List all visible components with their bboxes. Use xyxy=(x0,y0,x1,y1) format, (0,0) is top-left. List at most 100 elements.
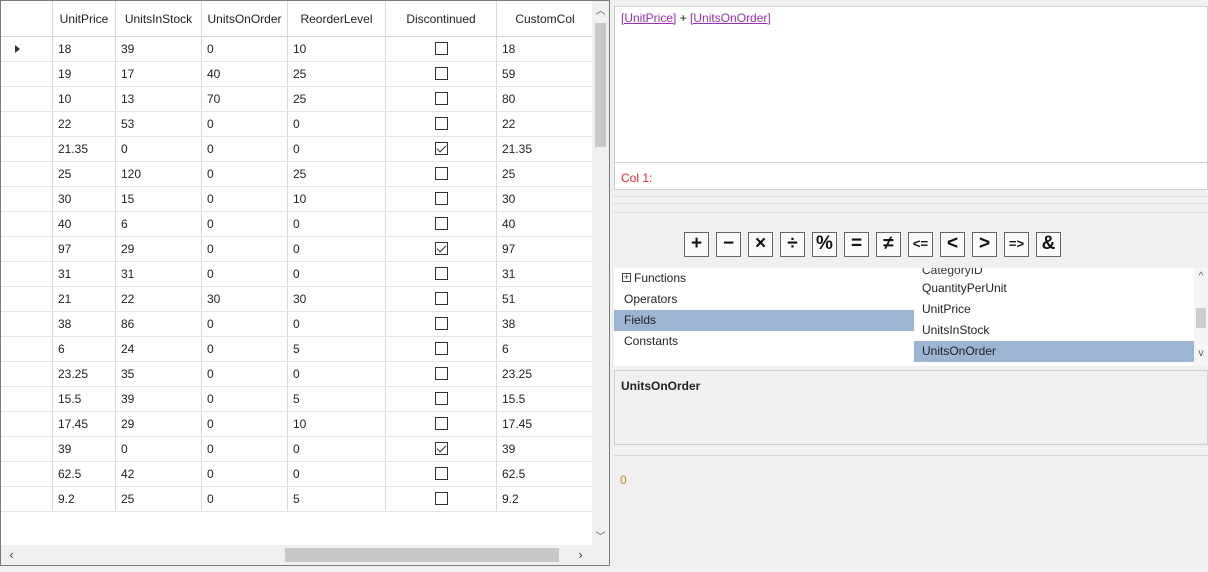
cell-customcol[interactable]: 97 xyxy=(497,237,593,261)
table-row[interactable]: 62.5 42 0 0 62.5 xyxy=(1,462,593,487)
table-row[interactable]: 21.35 0 0 0 21.35 xyxy=(1,137,593,162)
cell-customcol[interactable]: 22 xyxy=(497,112,593,136)
cell-unitsinstock[interactable]: 35 xyxy=(116,362,202,386)
cell-unitsinstock[interactable]: 6 xyxy=(116,212,202,236)
cell-customcol[interactable]: 62.5 xyxy=(497,462,593,486)
cell-customcol[interactable]: 30 xyxy=(497,187,593,211)
cell-unitprice[interactable]: 39 xyxy=(53,437,116,461)
field-item[interactable]: CategoryID xyxy=(914,268,1194,278)
column-header-reorderlevel[interactable]: ReorderLevel xyxy=(288,1,386,37)
table-row[interactable]: 39 0 0 0 39 xyxy=(1,437,593,462)
chevron-down-icon[interactable]: ﹀ xyxy=(592,529,609,546)
row-selector[interactable] xyxy=(1,462,53,486)
cell-unitsonorder[interactable]: 70 xyxy=(202,87,288,111)
discontinued-checkbox[interactable] xyxy=(434,267,448,281)
cell-unitprice[interactable]: 6 xyxy=(53,337,116,361)
cell-unitsonorder[interactable]: 0 xyxy=(202,137,288,161)
row-selector[interactable] xyxy=(1,137,53,161)
column-header-discontinued[interactable]: Discontinued xyxy=(386,1,497,37)
cell-unitsinstock[interactable]: 29 xyxy=(116,237,202,261)
cell-reorderlevel[interactable]: 0 xyxy=(288,137,386,161)
discontinued-checkbox[interactable] xyxy=(434,42,448,56)
discontinued-checkbox[interactable] xyxy=(434,442,448,456)
row-selector[interactable] xyxy=(1,362,53,386)
cell-customcol[interactable]: 15.5 xyxy=(497,387,593,411)
cell-unitprice[interactable]: 30 xyxy=(53,187,116,211)
scrollbar-thumb[interactable] xyxy=(595,23,606,147)
field-item[interactable]: UnitsInStock xyxy=(914,320,1194,341)
cell-unitsinstock[interactable]: 31 xyxy=(116,262,202,286)
cell-reorderlevel[interactable]: 0 xyxy=(288,462,386,486)
row-selector[interactable] xyxy=(1,287,53,311)
discontinued-checkbox[interactable] xyxy=(434,317,448,331)
row-selector[interactable] xyxy=(1,312,53,336)
cell-unitsinstock[interactable]: 39 xyxy=(116,37,202,61)
cell-reorderlevel[interactable]: 10 xyxy=(288,412,386,436)
discontinued-checkbox[interactable] xyxy=(434,367,448,381)
column-header-customcol[interactable]: CustomCol xyxy=(497,1,593,37)
cell-unitsonorder[interactable]: 40 xyxy=(202,62,288,86)
discontinued-checkbox[interactable] xyxy=(434,67,448,81)
cell-customcol[interactable]: 21.35 xyxy=(497,137,593,161)
operator-button[interactable]: => xyxy=(1004,232,1029,257)
row-selector[interactable] xyxy=(1,437,53,461)
discontinued-checkbox[interactable] xyxy=(434,167,448,181)
column-header-unitsinstock[interactable]: UnitsInStock xyxy=(116,1,202,37)
cell-customcol[interactable]: 40 xyxy=(497,212,593,236)
horizontal-scrollbar[interactable]: ‹ › xyxy=(1,545,593,565)
cell-unitsinstock[interactable]: 42 xyxy=(116,462,202,486)
operator-button[interactable]: × xyxy=(748,232,773,257)
table-row[interactable]: 97 29 0 0 97 xyxy=(1,237,593,262)
cell-unitsinstock[interactable]: 120 xyxy=(116,162,202,186)
cell-unitprice[interactable]: 22 xyxy=(53,112,116,136)
scrollbar-thumb[interactable] xyxy=(285,548,559,562)
cell-reorderlevel[interactable]: 0 xyxy=(288,437,386,461)
cell-unitsonorder[interactable]: 0 xyxy=(202,437,288,461)
expression-editor[interactable]: [UnitPrice] + [UnitsOnOrder] xyxy=(614,6,1208,163)
discontinued-checkbox[interactable] xyxy=(434,467,448,481)
cell-unitprice[interactable]: 62.5 xyxy=(53,462,116,486)
table-row[interactable]: 6 24 0 5 6 xyxy=(1,337,593,362)
cell-customcol[interactable]: 51 xyxy=(497,287,593,311)
cell-unitsonorder[interactable]: 0 xyxy=(202,487,288,511)
cell-reorderlevel[interactable]: 0 xyxy=(288,362,386,386)
cell-unitsinstock[interactable]: 13 xyxy=(116,87,202,111)
operator-button[interactable]: < xyxy=(940,232,965,257)
cell-unitsinstock[interactable]: 22 xyxy=(116,287,202,311)
table-row[interactable]: 22 53 0 0 22 xyxy=(1,112,593,137)
cell-unitprice[interactable]: 40 xyxy=(53,212,116,236)
cell-customcol[interactable]: 31 xyxy=(497,262,593,286)
chevron-right-icon[interactable]: › xyxy=(572,545,589,565)
discontinued-checkbox[interactable] xyxy=(434,217,448,231)
table-row[interactable]: 19 17 40 25 59 xyxy=(1,62,593,87)
cell-unitsonorder[interactable]: 0 xyxy=(202,387,288,411)
cell-unitsonorder[interactable]: 0 xyxy=(202,237,288,261)
cell-unitsonorder[interactable]: 0 xyxy=(202,412,288,436)
cell-unitsinstock[interactable]: 0 xyxy=(116,137,202,161)
discontinued-checkbox[interactable] xyxy=(434,292,448,306)
cell-unitsonorder[interactable]: 0 xyxy=(202,312,288,336)
cell-unitsonorder[interactable]: 0 xyxy=(202,212,288,236)
table-row[interactable]: 31 31 0 0 31 xyxy=(1,262,593,287)
cell-unitsonorder[interactable]: 0 xyxy=(202,337,288,361)
cell-reorderlevel[interactable]: 10 xyxy=(288,37,386,61)
table-row[interactable]: 38 86 0 0 38 xyxy=(1,312,593,337)
row-selector[interactable] xyxy=(1,412,53,436)
table-row[interactable]: 9.2 25 0 5 9.2 xyxy=(1,487,593,512)
cell-reorderlevel[interactable]: 0 xyxy=(288,262,386,286)
table-row[interactable]: 40 6 0 0 40 xyxy=(1,212,593,237)
expand-icon[interactable]: + xyxy=(622,273,631,283)
cell-reorderlevel[interactable]: 10 xyxy=(288,187,386,211)
operator-button[interactable]: + xyxy=(684,232,709,257)
operator-button[interactable]: % xyxy=(812,232,837,257)
cell-unitsonorder[interactable]: 0 xyxy=(202,262,288,286)
cell-reorderlevel[interactable]: 0 xyxy=(288,312,386,336)
discontinued-checkbox[interactable] xyxy=(434,192,448,206)
cell-reorderlevel[interactable]: 5 xyxy=(288,487,386,511)
cell-reorderlevel[interactable]: 0 xyxy=(288,112,386,136)
discontinued-checkbox[interactable] xyxy=(434,342,448,356)
cell-unitsinstock[interactable]: 0 xyxy=(116,437,202,461)
field-item[interactable]: UnitPrice xyxy=(914,299,1194,320)
cell-customcol[interactable]: 23.25 xyxy=(497,362,593,386)
cell-reorderlevel[interactable]: 5 xyxy=(288,387,386,411)
